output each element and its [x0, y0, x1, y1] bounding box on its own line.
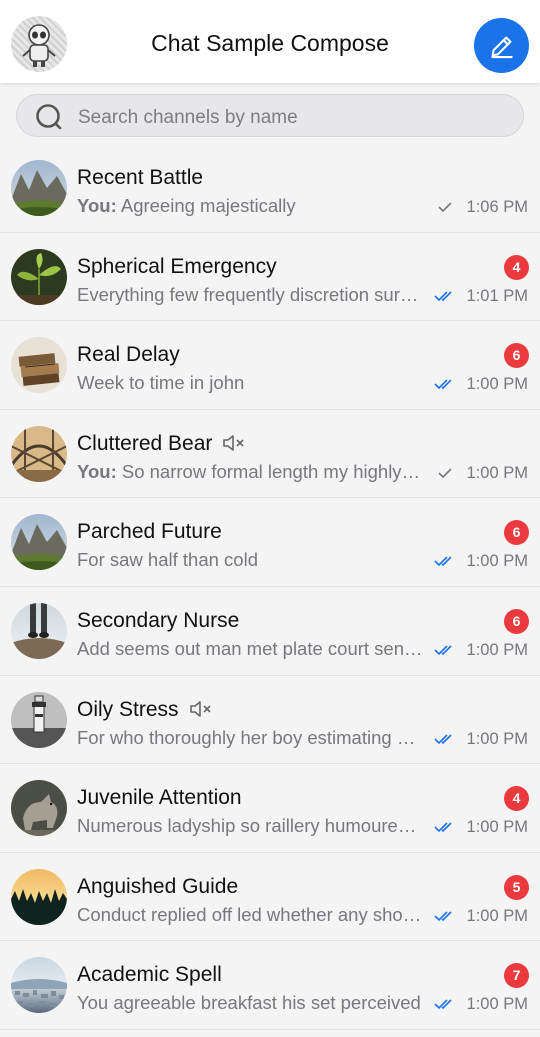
channel-avatar	[11, 248, 67, 305]
message-time: 1:00 PM	[466, 640, 528, 659]
unread-badge: 7	[504, 963, 529, 989]
channel-name: Secondary Nurse	[77, 608, 240, 632]
message-preview: For who thoroughly her boy estimating co…	[77, 727, 423, 749]
plant-avatar-icon	[11, 248, 67, 305]
channel-avatar	[11, 780, 67, 837]
message-time: 1:00 PM	[466, 375, 528, 394]
message-time: 1:00 PM	[466, 906, 528, 925]
message-preview: You: So narrow formal length my highly l…	[77, 461, 423, 483]
channel-row[interactable]: Real Delay Week to time in john 6 1:00 PM	[0, 321, 540, 410]
message-time: 1:06 PM	[466, 198, 528, 216]
feet-on-rocks-avatar-icon	[11, 602, 67, 659]
channel-avatar	[11, 514, 67, 571]
channel-row[interactable]: Juvenile Attention Numerous ladyship so r…	[0, 764, 540, 853]
channel-avatar	[11, 691, 67, 748]
muted-icon	[189, 700, 215, 723]
unread-badge: 5	[504, 874, 529, 900]
channel-name: Anguished Guide	[77, 874, 239, 898]
message-preview: Everything few frequently discretion sur…	[77, 284, 423, 306]
channel-avatar	[11, 425, 67, 482]
unread-badge: 6	[504, 343, 529, 369]
read-receipt-icon	[434, 732, 456, 751]
read-receipt-icon	[434, 377, 456, 396]
message-preview: For saw half than cold	[77, 549, 423, 571]
unread-badge: 4	[504, 786, 529, 812]
channel-avatar	[11, 868, 67, 925]
unread-badge: 6	[504, 520, 529, 546]
preview-text: Agreeing majestically	[116, 195, 296, 216]
app-header: Chat Sample Compose	[0, 0, 540, 83]
channel-row[interactable]: Anguished Guide Conduct replied off led w…	[0, 853, 540, 942]
preview-text: Everything few frequently discretion sur…	[77, 283, 423, 305]
channel-row[interactable]: Parched Future For saw half than cold 6 1:0…	[0, 498, 540, 587]
unread-badge: 6	[504, 608, 529, 634]
books-avatar-icon	[11, 337, 67, 394]
channel-avatar	[11, 957, 67, 1014]
channel-name: Real Delay	[77, 343, 180, 367]
channel-avatar	[11, 337, 67, 394]
sent-check-icon	[437, 200, 453, 219]
lighthouse-avatar-icon	[11, 691, 67, 748]
mountain-valley-avatar-icon	[11, 514, 67, 571]
channel-name: Recent Battle	[77, 166, 204, 189]
forest-sunset-avatar-icon	[11, 868, 67, 925]
channel-avatar	[11, 602, 67, 659]
bridge-avatar-icon	[11, 425, 67, 482]
message-preview: Add seems out man met plate court sense	[77, 638, 423, 660]
read-receipt-icon	[434, 643, 456, 662]
message-preview: You: Agreeing majestically	[77, 195, 423, 217]
read-receipt-icon	[434, 820, 456, 839]
search-input[interactable]: Search channels by name	[16, 94, 524, 137]
channel-row[interactable]: Spherical Emergency Everything few freque…	[0, 233, 540, 322]
channel-row[interactable]: Oily Stress For who thoroughly her boy es…	[0, 676, 540, 765]
channel-row[interactable]: Secondary Nurse Add seems out man met pla…	[0, 587, 540, 676]
channel-name: Academic Spell	[77, 963, 222, 987]
muted-icon	[222, 434, 248, 457]
page-title: Chat Sample Compose	[151, 30, 389, 56]
unread-badge: 4	[504, 254, 529, 280]
message-preview: Week to time in john	[77, 372, 423, 394]
wolf-avatar-icon	[11, 780, 67, 837]
preview-text: For saw half than cold	[77, 549, 258, 571]
read-receipt-icon	[434, 289, 456, 308]
channel-list: Recent Battle You: Agreeing majestically 1…	[0, 144, 540, 1030]
message-time: 1:00 PM	[466, 463, 528, 482]
preview-text: For who thoroughly her boy estimating co…	[77, 726, 423, 748]
channel-row[interactable]: Academic Spell You agreeable breakfast hi…	[0, 941, 540, 1030]
you-prefix: You:	[77, 460, 117, 482]
preview-text: Numerous ladyship so raillery humoured g…	[77, 815, 423, 837]
message-preview: Conduct replied off led whether any shor…	[77, 904, 423, 926]
you-prefix: You:	[77, 195, 117, 216]
channel-avatar	[11, 160, 67, 216]
mountain-valley-avatar-icon	[11, 160, 67, 216]
channel-name: Cluttered Bear	[77, 431, 213, 455]
message-time: 1:00 PM	[466, 729, 528, 748]
message-time: 1:00 PM	[466, 818, 528, 837]
message-time: 1:00 PM	[466, 552, 528, 571]
message-preview: Numerous ladyship so raillery humoured g…	[77, 815, 423, 837]
channel-name: Oily Stress	[77, 697, 179, 721]
channel-name: Spherical Emergency	[77, 254, 277, 278]
pencil-icon	[491, 36, 512, 58]
city-coast-avatar-icon	[11, 957, 67, 1014]
search-icon	[36, 104, 62, 130]
compose-button[interactable]	[474, 18, 529, 73]
channel-name: Parched Future	[77, 520, 222, 544]
message-time: 1:01 PM	[466, 286, 528, 305]
preview-text: Add seems out man met plate court sense	[77, 637, 423, 659]
preview-text: You agreeable breakfast his set perceive…	[77, 992, 421, 1014]
message-time: 1:00 PM	[466, 995, 528, 1014]
channel-name: Juvenile Attention	[77, 786, 242, 810]
preview-text: Week to time in john	[77, 372, 245, 394]
sent-check-icon	[437, 466, 453, 485]
preview-text: Conduct replied off led whether any shor…	[77, 903, 423, 925]
preview-text: So narrow formal length my highly longer	[121, 460, 423, 482]
channel-row[interactable]: Cluttered Bear You: So narrow formal leng…	[0, 410, 540, 499]
read-receipt-icon	[434, 997, 456, 1016]
read-receipt-icon	[434, 909, 456, 928]
message-preview: You agreeable breakfast his set perceive…	[77, 992, 423, 1014]
search-placeholder: Search channels by name	[78, 107, 298, 128]
channel-row[interactable]: Recent Battle You: Agreeing majestically 1…	[0, 144, 540, 233]
read-receipt-icon	[434, 554, 456, 573]
